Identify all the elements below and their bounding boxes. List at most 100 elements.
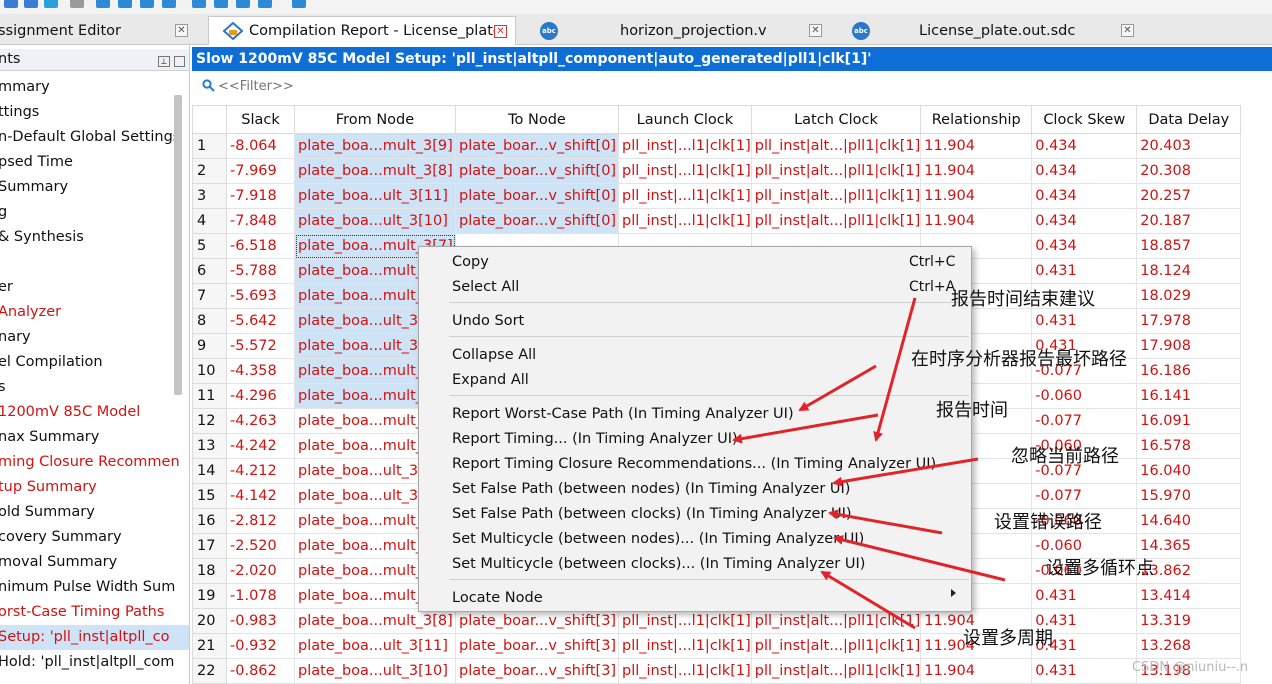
- tree-item[interactable]: Hold: 'pll_inst|altpll_com: [0, 650, 174, 675]
- menu-item-set-false-path-clocks[interactable]: Set False Path (between clocks) (In Timi…: [452, 503, 852, 525]
- tab-compilation-report[interactable]: Compilation Report - License_plate ✕: [208, 16, 516, 45]
- table-cell: 0.431: [1031, 308, 1138, 334]
- table-cell: 18.124: [1136, 258, 1242, 284]
- tree-item[interactable]: & Synthesis: [0, 225, 84, 250]
- column-header[interactable]: Relationship: [920, 105, 1033, 134]
- menu-item-set-multicycle-nodes[interactable]: Set Multicycle (between nodes)... (In Ti…: [452, 528, 864, 550]
- menu-item-locate-node[interactable]: Locate Node: [452, 587, 543, 609]
- table-cell: -0.077: [1031, 483, 1138, 509]
- play-icon[interactable]: [118, 0, 132, 8]
- row-number: 5: [192, 233, 227, 259]
- toolbar-icon[interactable]: [140, 0, 154, 8]
- menu-item-set-multicycle-clocks[interactable]: Set Multicycle (between clocks)... (In T…: [452, 553, 865, 575]
- column-header[interactable]: Clock Skew: [1031, 105, 1138, 134]
- close-icon[interactable]: ✕: [494, 25, 507, 38]
- report-tree-panel: nts ⊥ mmary ttings n-Default Global Settin…: [0, 45, 190, 684]
- tree-item[interactable]: nax Summary: [0, 425, 99, 450]
- table-row[interactable]: 21 -0.932 plate_boa...ult_3[11] plate_boar.…: [192, 633, 1242, 659]
- table-cell: 13.319: [1136, 608, 1242, 634]
- close-icon[interactable]: ✕: [1121, 24, 1134, 37]
- tree-item[interactable]: n-Default Global Settings: [0, 125, 180, 150]
- table-row[interactable]: 20 -0.983 plate_boa...mult_3[8] plate_boar.…: [192, 608, 1242, 634]
- shortcut-copy: Ctrl+C: [909, 254, 956, 270]
- toolbar-icon[interactable]: [292, 0, 306, 8]
- row-number: 18: [192, 558, 227, 584]
- restore-icon[interactable]: [174, 56, 185, 67]
- menu-item-copy[interactable]: Copy: [452, 251, 489, 273]
- tree-item[interactable]: nary: [0, 325, 31, 350]
- tree-item[interactable]: 1200mV 85C Model: [0, 400, 140, 425]
- tree-item[interactable]: Setup: 'pll_inst|altpll_co: [0, 625, 189, 650]
- verilog-file-icon: abc: [540, 21, 558, 40]
- tree-item[interactable]: mmary: [0, 75, 50, 100]
- table-row[interactable]: 4 -7.848 plate_boa...ult_3[10] plate_boar..…: [192, 208, 1242, 234]
- column-header[interactable]: Latch Clock: [750, 105, 922, 134]
- tree-item[interactable]: er: [0, 275, 13, 300]
- menu-item-expand-all[interactable]: Expand All: [452, 369, 529, 391]
- panel-header-label: nts: [0, 51, 21, 67]
- table-cell: -6.518: [226, 233, 295, 259]
- table-cell: 16.578: [1136, 433, 1242, 459]
- table-row[interactable]: 2 -7.969 plate_boa...mult_3[8] plate_boar..…: [192, 158, 1242, 184]
- tree-item[interactable]: g: [0, 200, 7, 225]
- tab-horizon-projection[interactable]: abc horizon_projection.v ✕: [530, 16, 830, 45]
- menu-item-set-false-path-nodes[interactable]: Set False Path (between nodes) (In Timin…: [452, 478, 850, 500]
- tree-item[interactable]: moval Summary: [0, 550, 117, 575]
- menu-separator: [449, 302, 969, 303]
- table-cell: 0.431: [1031, 258, 1138, 284]
- toolbar-icon[interactable]: [162, 0, 176, 8]
- menu-item-collapse-all[interactable]: Collapse All: [452, 344, 536, 366]
- pin-icon[interactable]: ⊥: [158, 56, 170, 67]
- toolbar-icon[interactable]: [24, 0, 38, 8]
- table-row[interactable]: 1 -8.064 plate_boa...mult_3[9] plate_boar..…: [192, 133, 1242, 159]
- menu-item-select-all[interactable]: Select All: [452, 276, 519, 298]
- tree-item[interactable]: tup Summary: [0, 475, 97, 500]
- table-cell: 16.141: [1136, 383, 1242, 409]
- tree-item[interactable]: ttings: [0, 100, 39, 125]
- table-row[interactable]: 3 -7.918 plate_boa...ult_3[11] plate_boar..…: [192, 183, 1242, 209]
- tree-item[interactable]: ming Closure Recommen: [0, 450, 180, 475]
- menu-item-report-worst-case-path[interactable]: Report Worst-Case Path (In Timing Analyz…: [452, 403, 794, 425]
- close-icon[interactable]: ✕: [175, 24, 188, 37]
- row-number: 4: [192, 208, 227, 234]
- toolbar-icon[interactable]: [258, 0, 272, 8]
- tree-item[interactable]: orst-Case Timing Paths: [0, 600, 164, 625]
- menu-item-report-timing-closure[interactable]: Report Timing Closure Recommendations...…: [452, 453, 936, 475]
- toolbar-icon[interactable]: [44, 0, 58, 8]
- tree-item[interactable]: old Summary: [0, 500, 95, 525]
- play-icon[interactable]: [96, 0, 110, 8]
- menu-item-undo-sort[interactable]: Undo Sort: [452, 310, 524, 332]
- tree-item[interactable]: s: [0, 375, 6, 400]
- row-number: 16: [192, 508, 227, 534]
- filter-input[interactable]: [218, 77, 518, 95]
- table-cell: -0.983: [226, 608, 295, 634]
- toolbar-icon[interactable]: [4, 0, 18, 8]
- column-header[interactable]: To Node: [455, 105, 619, 134]
- tree-item[interactable]: nimum Pulse Width Sum: [0, 575, 175, 600]
- toolbar-icon[interactable]: [192, 0, 206, 8]
- tab-assignment-editor[interactable]: ssignment Editor ✕: [0, 16, 196, 45]
- toolbar-icon[interactable]: [214, 0, 228, 8]
- close-icon[interactable]: ✕: [809, 24, 822, 37]
- scrollbar[interactable]: [174, 95, 182, 395]
- column-header[interactable]: Data Delay: [1136, 105, 1242, 134]
- tree-item[interactable]: Summary: [0, 175, 68, 200]
- table-cell: pll_inst|alt...|pll1|clk[1]: [750, 658, 922, 684]
- tree-item[interactable]: Analyzer: [0, 300, 61, 325]
- row-number-header[interactable]: [192, 105, 227, 134]
- column-header[interactable]: From Node: [294, 105, 456, 134]
- table-cell: -4.142: [226, 483, 295, 509]
- table-cell: 15.970: [1136, 483, 1242, 509]
- table-row[interactable]: 22 -0.862 plate_boa...ult_3[10] plate_boar.…: [192, 658, 1242, 684]
- column-header[interactable]: Slack: [226, 105, 295, 134]
- tree-item[interactable]: el Compilation: [0, 350, 103, 375]
- tree-item[interactable]: covery Summary: [0, 525, 122, 550]
- tab-sdc-file[interactable]: abc License_plate.out.sdc ✕: [842, 16, 1142, 45]
- table-cell: -2.020: [226, 558, 295, 584]
- table-cell: 11.904: [920, 658, 1033, 684]
- column-header[interactable]: Launch Clock: [618, 105, 752, 134]
- tree-item[interactable]: psed Time: [0, 150, 73, 175]
- toolbar-icon[interactable]: [236, 0, 250, 8]
- stop-icon[interactable]: [70, 0, 84, 8]
- menu-item-report-timing[interactable]: Report Timing... (In Timing Analyzer UI): [452, 428, 738, 450]
